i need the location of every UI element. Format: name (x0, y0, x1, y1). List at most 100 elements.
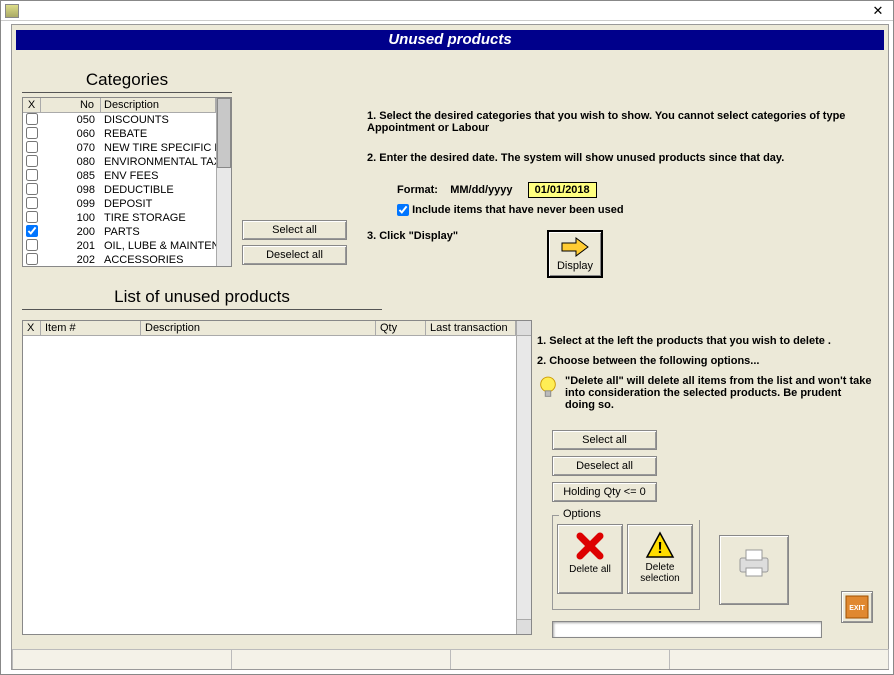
products-header-row: X Item # Description Qty Last transactio… (23, 321, 516, 336)
include-never-checkbox[interactable] (397, 204, 409, 216)
category-no: 202 (41, 254, 101, 266)
category-checkbox[interactable] (26, 239, 38, 251)
bottom-tab[interactable] (12, 649, 232, 669)
category-row[interactable]: 099DEPOSIT (23, 197, 216, 211)
select-all-products-button[interactable]: Select all (552, 430, 657, 450)
category-row[interactable]: 070NEW TIRE SPECIFIC D (23, 141, 216, 155)
col-header-no[interactable]: No (41, 98, 101, 112)
category-desc: DEDUCTIBLE (101, 184, 216, 196)
category-desc: ACCESSORIES (101, 254, 216, 266)
category-row[interactable]: 200PARTS (23, 225, 216, 239)
format-label: Format: (397, 184, 438, 196)
category-checkbox[interactable] (26, 211, 38, 223)
category-checkbox[interactable] (26, 155, 38, 167)
category-no: 201 (41, 240, 101, 252)
exit-button[interactable]: EXIT (841, 591, 873, 623)
date-input[interactable]: 01/01/2018 (528, 182, 597, 198)
category-desc: ENVIRONMENTAL TAX (101, 156, 216, 168)
list-section: List of unused products (22, 287, 382, 314)
product-buttons: Select all Deselect all Holding Qty <= 0 (552, 430, 657, 508)
products-scrollbar[interactable] (516, 321, 531, 634)
category-row[interactable]: 060REBATE (23, 127, 216, 141)
categories-heading: Categories (22, 70, 232, 93)
category-checkbox[interactable] (26, 113, 38, 125)
pcol-header-qty[interactable]: Qty (376, 321, 426, 335)
status-field[interactable] (552, 621, 822, 638)
delete-x-icon (575, 531, 605, 561)
category-desc: REBATE (101, 128, 216, 140)
right-line1: 1. Select at the left the products that … (537, 335, 873, 347)
deselect-all-products-button[interactable]: Deselect all (552, 456, 657, 476)
instruction-step2: 2. Enter the desired date. The system wi… (367, 152, 873, 164)
products-table: X Item # Description Qty Last transactio… (22, 320, 532, 635)
category-checkbox[interactable] (26, 183, 38, 195)
category-row[interactable]: 202ACCESSORIES (23, 253, 216, 266)
col-header-check[interactable]: X (23, 98, 41, 112)
pcol-header-item[interactable]: Item # (41, 321, 141, 335)
category-row[interactable]: 100TIRE STORAGE (23, 211, 216, 225)
categories-scrollbar[interactable] (216, 98, 231, 266)
category-no: 200 (41, 226, 101, 238)
delete-all-label: Delete all (558, 564, 622, 575)
print-button[interactable] (719, 535, 789, 605)
close-button[interactable]: ✕ (867, 3, 889, 19)
title-bar: ✕ (1, 1, 893, 21)
category-desc: OIL, LUBE & MAINTENA (101, 240, 216, 252)
format-value: MM/dd/yyyy (450, 184, 512, 196)
category-checkbox[interactable] (26, 253, 38, 265)
display-button[interactable]: Display (547, 230, 603, 278)
category-checkbox[interactable] (26, 225, 38, 237)
pcol-header-description[interactable]: Description (141, 321, 376, 335)
app-window: ✕ Unused products Categories X No Descri… (0, 0, 894, 675)
bottom-tab[interactable] (669, 649, 889, 669)
instruction-step3: 3. Click "Display" (367, 230, 873, 242)
printer-icon (734, 542, 774, 582)
category-buttons: Select all Deselect all (242, 220, 347, 270)
col-header-description[interactable]: Description (101, 98, 216, 112)
svg-text:!: ! (657, 540, 662, 557)
categories-header-row: X No Description (23, 98, 216, 113)
category-desc: DEPOSIT (101, 198, 216, 210)
category-no: 099 (41, 198, 101, 210)
category-no: 060 (41, 128, 101, 140)
category-checkbox[interactable] (26, 197, 38, 209)
category-row[interactable]: 085ENV FEES (23, 169, 216, 183)
include-never-label: Include items that have never been used (412, 204, 624, 216)
bottom-tab-strip (12, 649, 888, 669)
category-desc: NEW TIRE SPECIFIC D (101, 142, 216, 154)
display-button-label: Display (557, 260, 593, 272)
categories-table: X No Description 050DISCOUNTS060REBATE07… (22, 97, 232, 267)
category-checkbox[interactable] (26, 169, 38, 181)
category-checkbox[interactable] (26, 127, 38, 139)
category-row[interactable]: 080ENVIRONMENTAL TAX (23, 155, 216, 169)
options-group-label: Options (559, 508, 705, 520)
category-row[interactable]: 050DISCOUNTS (23, 113, 216, 127)
tip-text: "Delete all" will delete all items from … (565, 375, 873, 411)
pcol-header-check[interactable]: X (23, 321, 41, 335)
category-desc: DISCOUNTS (101, 114, 216, 126)
right-instructions: 1. Select at the left the products that … (537, 335, 873, 411)
category-desc: PARTS (101, 226, 216, 238)
tip-row: "Delete all" will delete all items from … (537, 375, 873, 411)
bottom-tab[interactable] (450, 649, 670, 669)
svg-text:EXIT: EXIT (849, 605, 865, 612)
holding-qty-button[interactable]: Holding Qty <= 0 (552, 482, 657, 502)
scrollbar-thumb[interactable] (217, 98, 231, 168)
delete-all-button[interactable]: Delete all (557, 524, 623, 594)
category-row[interactable]: 098DEDUCTIBLE (23, 183, 216, 197)
select-all-categories-button[interactable]: Select all (242, 220, 347, 240)
category-row[interactable]: 201OIL, LUBE & MAINTENA (23, 239, 216, 253)
bottom-tab[interactable] (231, 649, 451, 669)
category-no: 098 (41, 184, 101, 196)
delete-selection-button[interactable]: ! Delete selection (627, 524, 693, 594)
category-no: 080 (41, 156, 101, 168)
category-no: 050 (41, 114, 101, 126)
page-banner: Unused products (16, 30, 884, 50)
list-heading: List of unused products (22, 287, 382, 310)
arrow-right-icon (560, 236, 590, 258)
deselect-all-categories-button[interactable]: Deselect all (242, 245, 347, 265)
pcol-header-last[interactable]: Last transaction (426, 321, 516, 335)
categories-section: Categories X No Description 050DISCOUNTS… (22, 70, 232, 267)
instruction-step1: 1. Select the desired categories that yo… (367, 110, 873, 134)
category-checkbox[interactable] (26, 141, 38, 153)
